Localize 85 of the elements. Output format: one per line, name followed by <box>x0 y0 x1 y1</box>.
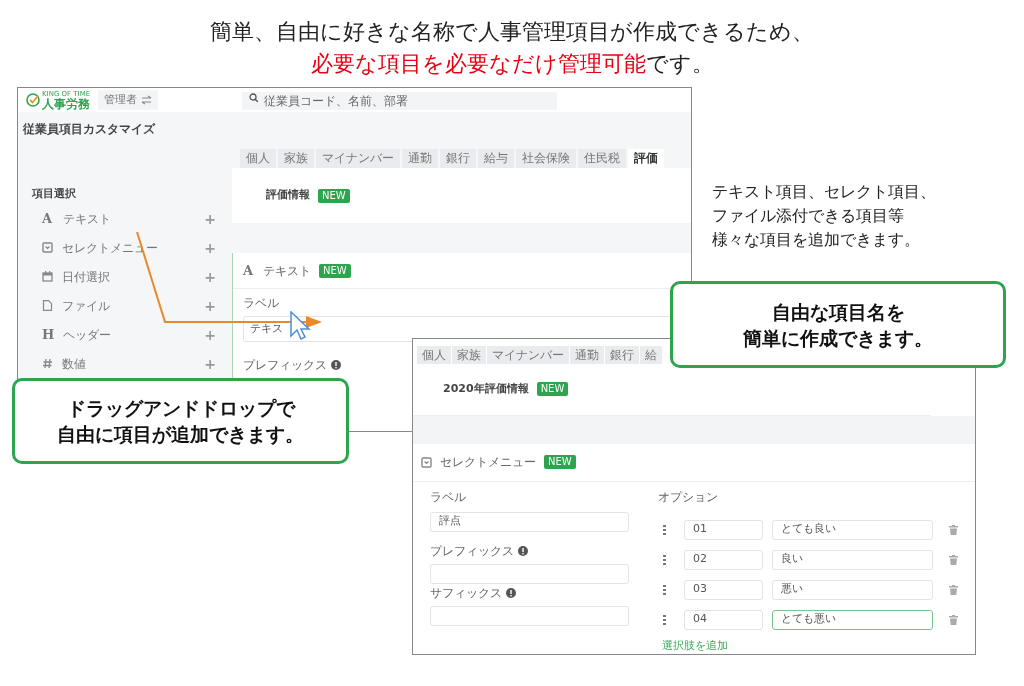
section-title: 2020年評価情報 <box>443 380 529 397</box>
new-badge: NEW <box>544 455 576 469</box>
field-label: プレフィックス <box>430 542 514 560</box>
tab[interactable]: 社会保険 <box>516 149 576 168</box>
input-field[interactable]: 02 <box>684 549 763 570</box>
input-field[interactable]: 04 <box>684 609 763 630</box>
tab[interactable]: 個人 <box>417 346 451 364</box>
drag-handle-icon <box>663 584 666 595</box>
input-field[interactable]: 03 <box>684 579 763 600</box>
input-field[interactable] <box>430 605 629 626</box>
field-label: ラベル <box>430 488 466 506</box>
tab[interactable]: 通勤 <box>570 346 604 364</box>
role-switch-button[interactable]: 管理者 <box>98 90 159 110</box>
plus-icon: + <box>204 269 216 284</box>
dropdown-icon <box>421 456 432 468</box>
palette-item[interactable]: 日付選択 + <box>32 262 216 291</box>
input-field[interactable]: 良い <box>772 549 933 570</box>
trash-icon[interactable] <box>949 614 958 625</box>
trash-icon[interactable] <box>949 554 958 565</box>
page-title: 従業員項目カスタマイズ <box>22 121 155 138</box>
tab[interactable]: 家族 <box>278 149 314 168</box>
callout-text: 自由な項目名を 簡単に作成できます。 <box>743 299 933 351</box>
input-field[interactable]: とても悪い <box>772 609 933 630</box>
field-label: サフィックス <box>430 584 502 602</box>
plus-icon: + <box>204 298 216 313</box>
palette-item[interactable]: ファイル + <box>32 291 216 320</box>
input-field[interactable]: 評点 <box>430 511 629 532</box>
search-field[interactable]: 従業員コード、名前、部署 <box>242 92 558 110</box>
palette-item[interactable]: H ヘッダー + <box>32 320 216 349</box>
tab[interactable]: 家族 <box>452 346 486 364</box>
document-icon <box>42 300 53 311</box>
plus-icon: + <box>204 211 216 226</box>
tab[interactable]: 個人 <box>240 149 276 168</box>
dropdown-icon <box>42 242 53 253</box>
letter-icon: A <box>243 264 255 277</box>
letter-icon: H <box>42 328 54 341</box>
letter-icon: A <box>42 212 54 225</box>
tab[interactable]: 銀行 <box>605 346 639 364</box>
info-icon <box>506 587 516 598</box>
side-note: テキスト項目、セレクト項目、 ファイル添付できる項目等 様々な項目を追加できます。 <box>712 181 936 251</box>
tab[interactable]: マイナンバー <box>316 149 400 168</box>
palette-heading: 項目選択 <box>32 186 76 202</box>
plus-icon: + <box>204 327 216 342</box>
tab[interactable]: 給与 <box>478 149 514 168</box>
section-title: 評価情報 <box>266 187 310 204</box>
logo-text: 人事労務 <box>42 97 91 110</box>
info-icon <box>331 360 341 370</box>
trash-icon[interactable] <box>949 524 958 535</box>
palette-item[interactable]: A テキスト + <box>32 204 216 233</box>
editor-title: セレクトメニュー <box>440 454 536 471</box>
tab[interactable]: 評価 <box>628 149 664 168</box>
tab[interactable]: 住民税 <box>578 149 626 168</box>
drag-handle-icon <box>663 614 666 625</box>
new-badge: NEW <box>536 382 569 396</box>
tab[interactable]: 通勤 <box>402 149 438 168</box>
input-field[interactable]: とても良い <box>772 519 933 540</box>
headline-line: 必要な項目を必要なだけ管理可能です。 <box>310 50 714 78</box>
calendar-icon <box>42 271 53 282</box>
drag-handle-icon <box>663 524 666 535</box>
trash-icon[interactable] <box>949 584 958 595</box>
plus-icon: + <box>204 356 216 371</box>
drag-handle-icon <box>663 554 666 565</box>
field-label: プレフィックス <box>243 357 327 374</box>
headline-line: 簡単、自由に好きな名称で人事管理項目が作成できるため、 <box>210 18 814 46</box>
input-field[interactable] <box>430 563 629 584</box>
palette-item[interactable]: 数値 + <box>32 349 216 378</box>
cursor-icon <box>290 311 311 341</box>
info-icon <box>518 545 528 556</box>
hash-icon <box>42 358 53 369</box>
input-field[interactable]: 01 <box>684 519 763 540</box>
check-circle-icon <box>26 93 40 107</box>
callout-text: ドラッグアンドドロップで 自由に項目が追加できます。 <box>57 396 304 447</box>
field-label: オプション <box>658 488 718 506</box>
tab[interactable]: 給 <box>640 346 662 364</box>
input-field[interactable]: 悪い <box>772 579 933 600</box>
swap-icon <box>141 95 153 105</box>
editor-title: テキスト <box>263 262 311 280</box>
new-badge: NEW <box>318 188 350 203</box>
plus-icon: + <box>204 240 216 255</box>
tab[interactable]: マイナンバー <box>487 346 569 364</box>
tab[interactable]: 銀行 <box>440 149 476 168</box>
new-badge: NEW <box>319 263 351 278</box>
field-label: ラベル <box>242 295 279 312</box>
add-option-link[interactable]: 選択肢を追加 <box>662 637 728 654</box>
search-icon <box>249 93 259 102</box>
